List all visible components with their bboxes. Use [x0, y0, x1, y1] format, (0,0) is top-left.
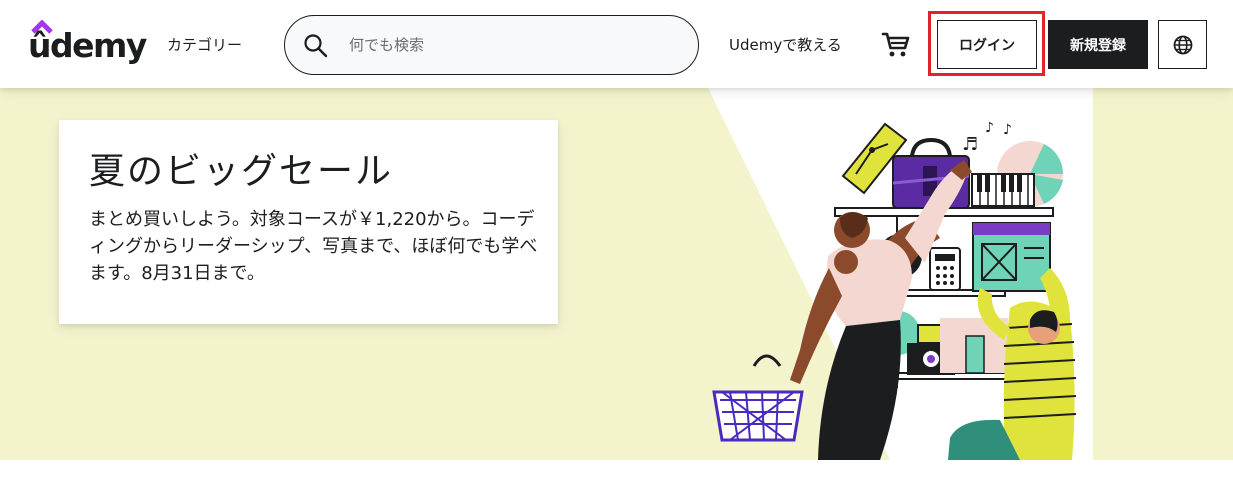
globe-icon	[1173, 35, 1193, 55]
signup-button[interactable]: 新規登録	[1048, 20, 1148, 69]
promo-card: 夏のビッグセール まとめ買いしよう。対象コースが￥1,220から。コーディングか…	[59, 120, 558, 324]
login-button[interactable]: ログイン	[937, 20, 1037, 69]
categories-menu[interactable]: カテゴリー	[167, 34, 242, 55]
search-icon[interactable]	[303, 33, 329, 59]
language-button[interactable]	[1158, 20, 1207, 69]
promo-description: まとめ買いしよう。対象コースが￥1,220から。コーディングからリーダーシップ、…	[89, 209, 538, 284]
svg-text:♪: ♪	[985, 120, 994, 136]
search-bar[interactable]	[284, 15, 699, 75]
top-navigation: ûdemy カテゴリー Udemyで教える ログイン 新規登録	[0, 0, 1233, 88]
promo-title: 夏のビッグセール	[89, 151, 394, 192]
svg-text:♬: ♬	[962, 134, 978, 155]
teach-on-udemy-link[interactable]: Udemyで教える	[729, 34, 842, 55]
promo-banner: ♬ ♪ ♪ 夏のビッグセール まとめ買いしよう。対象コースが￥1,220から。コ…	[0, 88, 1233, 460]
search-input[interactable]	[349, 30, 679, 60]
cart-icon[interactable]	[881, 31, 911, 59]
svg-text:♪: ♪	[1003, 122, 1012, 138]
logo-text: ûdemy	[28, 26, 147, 65]
udemy-logo[interactable]: ûdemy	[28, 20, 147, 68]
